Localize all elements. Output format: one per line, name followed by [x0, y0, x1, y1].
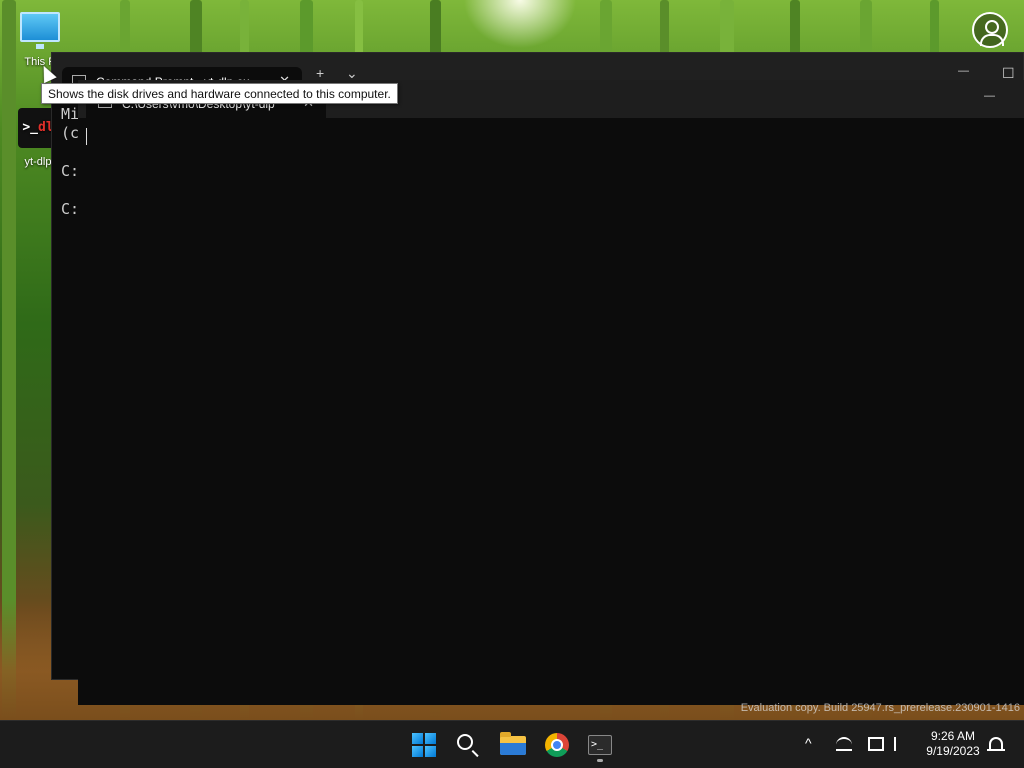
show-hidden-icons-button[interactable]: ^: [805, 735, 812, 768]
chrome-icon: [545, 733, 569, 757]
new-tab-button[interactable]: +: [316, 65, 324, 81]
clock-time: 9:26 AM: [930, 729, 976, 743]
minimize-button[interactable]: —: [984, 90, 995, 102]
clock[interactable]: 9:26 AM 9/19/2023: [918, 729, 988, 759]
start-button[interactable]: [408, 729, 440, 761]
this-pc-icon: [20, 12, 60, 49]
volume-muted-icon[interactable]: [894, 737, 910, 751]
evaluation-watermark: Evaluation copy. Build 25947.rs_prerelea…: [740, 702, 1020, 714]
terminal-window[interactable]: C:\Users\vmo\Desktop\yt-dlp ✕ —: [78, 80, 1024, 705]
clock-date: 9/19/2023: [926, 744, 980, 758]
chrome-button[interactable]: [541, 729, 573, 761]
onedrive-icon[interactable]: [836, 737, 852, 751]
search-button[interactable]: [452, 729, 484, 761]
folder-icon: [500, 732, 526, 755]
notification-bell-icon[interactable]: [987, 737, 1005, 751]
search-icon: [457, 734, 473, 750]
taskbar: >_ ^ 9:26 AM 9/19/2023: [0, 720, 1024, 768]
user-account-icon[interactable]: [972, 12, 1008, 48]
terminal-button[interactable]: >_: [584, 729, 616, 762]
text-cursor: [86, 128, 87, 145]
minimize-button[interactable]: —: [958, 65, 969, 77]
running-indicator: [597, 759, 603, 762]
network-icon[interactable]: [868, 737, 884, 751]
tooltip: Shows the disk drives and hardware conne…: [41, 83, 398, 104]
file-explorer-button[interactable]: [497, 729, 529, 761]
terminal-icon: >_: [588, 735, 612, 755]
